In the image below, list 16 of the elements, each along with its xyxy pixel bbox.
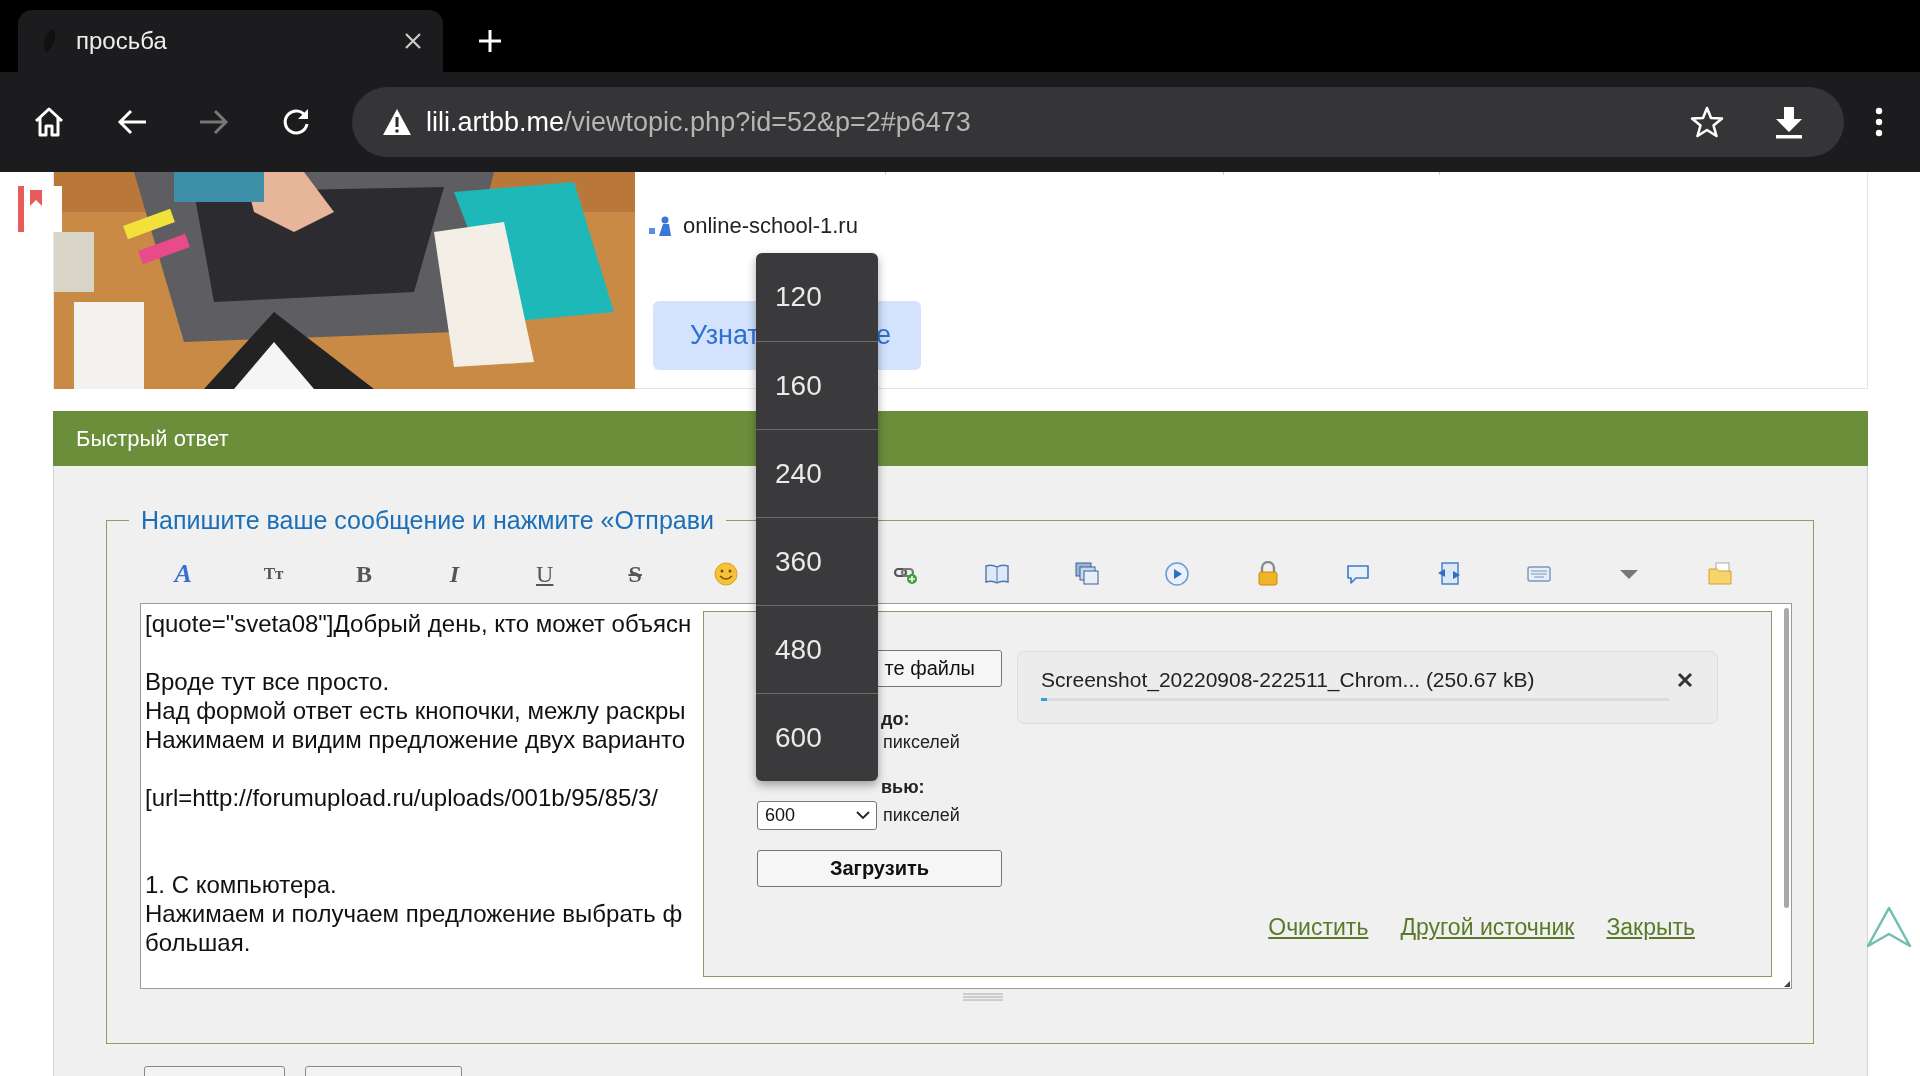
unit-label: пикселей [883,805,960,826]
text-line: Вроде тут все просто. [145,667,391,696]
tab-title: просьба [76,27,168,55]
site-url: online-school-1.ru [683,213,858,239]
file-name: Screenshot_20220908-222511_Chrom... (250.67 kB) [1041,668,1535,692]
url-text: lili.artbb.me/viewtopic.php?id=52&p=2#p6473 [426,106,971,138]
text-line: [quote="sveta08"]Добрый день, кто может объясн [145,609,693,638]
text-line: 1. С компьютера. [145,870,338,899]
preview-size-label: вью: [881,777,925,798]
unit-label: пикселей [883,732,960,753]
text-line: большая. [145,928,252,957]
max-size-label: до: [881,709,910,730]
text-line: [url=http://forumupload.ru/uploads/001b/95/85/3/ [145,783,660,812]
text-line: Нажимаем и видим предложение двух варианто [145,725,687,754]
text-line: Нажимаем и получаем предложение выбрать ф [145,899,684,928]
text-line: Над формой ответ есть кнопочки, межлу раскры [145,696,687,725]
